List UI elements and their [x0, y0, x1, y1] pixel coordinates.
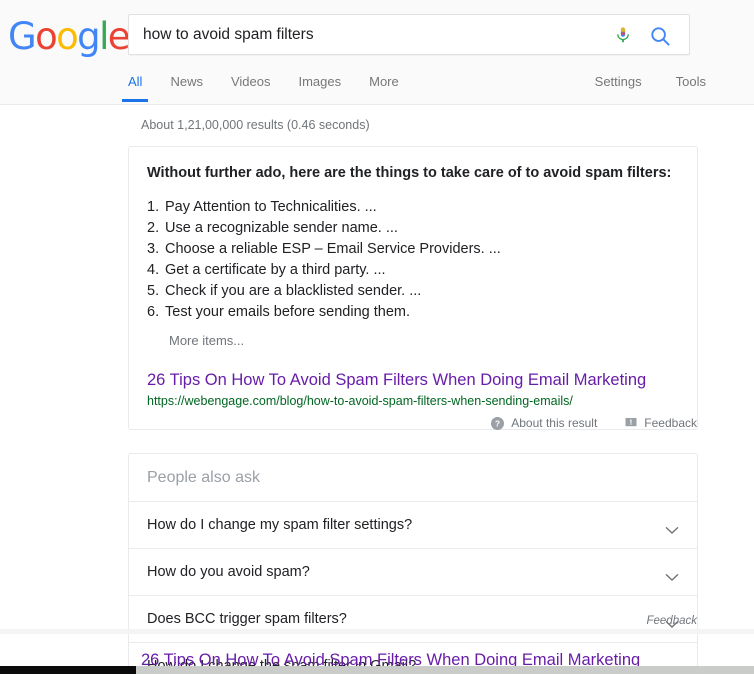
- feedback-label: Feedback: [644, 416, 697, 430]
- list-item-text: Use a recognizable sender name. ...: [165, 220, 398, 236]
- section-divider-band: [0, 629, 754, 634]
- list-item-number: 3.: [147, 241, 160, 257]
- flag-icon: [625, 417, 637, 429]
- settings-button[interactable]: Settings: [595, 70, 642, 102]
- nav-tabs-right: Settings Tools: [561, 70, 706, 102]
- window-bottom-bar-dark-segment: [0, 666, 136, 674]
- tab-more[interactable]: More: [369, 70, 399, 102]
- tab-news[interactable]: News: [170, 70, 203, 102]
- list-item: 4. Get a certificate by a third party. ..…: [147, 260, 679, 281]
- tab-images[interactable]: Images: [298, 70, 341, 102]
- results-count: About 1,21,00,000 results (0.46 seconds): [141, 118, 370, 132]
- about-this-result-button[interactable]: ? About this result: [491, 416, 597, 430]
- list-item-number: 5.: [147, 283, 160, 299]
- people-also-ask-title: People also ask: [129, 454, 697, 502]
- list-item: 1. Pay Attention to Technicalities. ...: [147, 197, 679, 218]
- more-items-label[interactable]: More items...: [169, 333, 679, 348]
- list-item-text: Get a certificate by a third party. ...: [165, 262, 386, 278]
- about-this-result-label: About this result: [511, 416, 598, 430]
- featured-snippet-result-url: https://webengage.com/blog/how-to-avoid-…: [147, 394, 573, 408]
- tab-videos[interactable]: Videos: [231, 70, 271, 102]
- list-item-text: Check if you are a blacklisted sender. .…: [165, 283, 422, 299]
- paa-question-3[interactable]: Does BCC trigger spam filters?: [129, 596, 697, 643]
- list-item: 5. Check if you are a blacklisted sender.…: [147, 281, 679, 302]
- list-item-number: 4.: [147, 262, 160, 278]
- paa-feedback-link[interactable]: Feedback: [646, 615, 697, 627]
- paa-question-2[interactable]: How do you avoid spam?: [129, 549, 697, 596]
- nav-tabs-left: All News Videos Images More: [121, 70, 427, 102]
- logo-letter-o1: o: [35, 15, 58, 58]
- question-circle-icon: ?: [491, 416, 505, 430]
- list-item-number: 1.: [147, 199, 160, 215]
- list-item: 2. Use a recognizable sender name. ...: [147, 218, 679, 239]
- list-item: 6. Test your emails before sending them.: [147, 302, 679, 323]
- logo-letter-g: G: [8, 15, 37, 58]
- list-item: 3. Choose a reliable ESP – Email Service …: [147, 239, 679, 260]
- paa-question-label: How do I change my spam filter settings?: [147, 517, 413, 533]
- tab-all[interactable]: All: [121, 70, 150, 102]
- feedback-button[interactable]: Feedback: [625, 416, 697, 430]
- featured-snippet-list: 1. Pay Attention to Technicalities. ... 2…: [147, 197, 679, 323]
- google-logo[interactable]: Google: [8, 15, 131, 58]
- chevron-down-icon[interactable]: [665, 568, 679, 581]
- search-header: Google All News: [0, 0, 754, 105]
- list-item-number: 2.: [147, 220, 160, 236]
- tools-button[interactable]: Tools: [676, 70, 706, 102]
- list-item-text: Choose a reliable ESP – Email Service Pr…: [165, 241, 501, 257]
- paa-question-label: How do you avoid spam?: [147, 564, 310, 580]
- list-item-text: Test your emails before sending them.: [165, 304, 411, 320]
- paa-question-1[interactable]: How do I change my spam filter settings?: [129, 502, 697, 549]
- featured-snippet-card: Without further ado, here are the things…: [128, 146, 698, 430]
- logo-letter-g2: g: [77, 15, 100, 58]
- people-also-ask-card: People also ask How do I change my spam …: [128, 453, 698, 674]
- logo-letter-e: e: [107, 15, 131, 58]
- list-item-text: Pay Attention to Technicalities. ...: [165, 199, 377, 215]
- featured-snippet-heading: Without further ado, here are the things…: [147, 165, 672, 181]
- chevron-down-icon[interactable]: [665, 521, 679, 534]
- search-icon[interactable]: [650, 26, 671, 47]
- search-nav-tabs: All News Videos Images More Settings Too…: [0, 70, 754, 105]
- google-search-results-page: Google All News: [0, 0, 754, 674]
- about-result-row: ? About this result Feedback: [491, 416, 697, 430]
- featured-snippet-result-link[interactable]: 26 Tips On How To Avoid Spam Filters Whe…: [147, 370, 679, 390]
- logo-letter-l: l: [99, 15, 109, 58]
- search-box[interactable]: [128, 14, 690, 55]
- list-item-number: 6.: [147, 304, 160, 320]
- paa-question-label: Does BCC trigger spam filters?: [147, 611, 347, 627]
- logo-letter-o2: o: [56, 15, 79, 58]
- search-input[interactable]: [143, 15, 623, 54]
- svg-text:?: ?: [495, 418, 500, 428]
- microphone-icon[interactable]: [613, 25, 633, 47]
